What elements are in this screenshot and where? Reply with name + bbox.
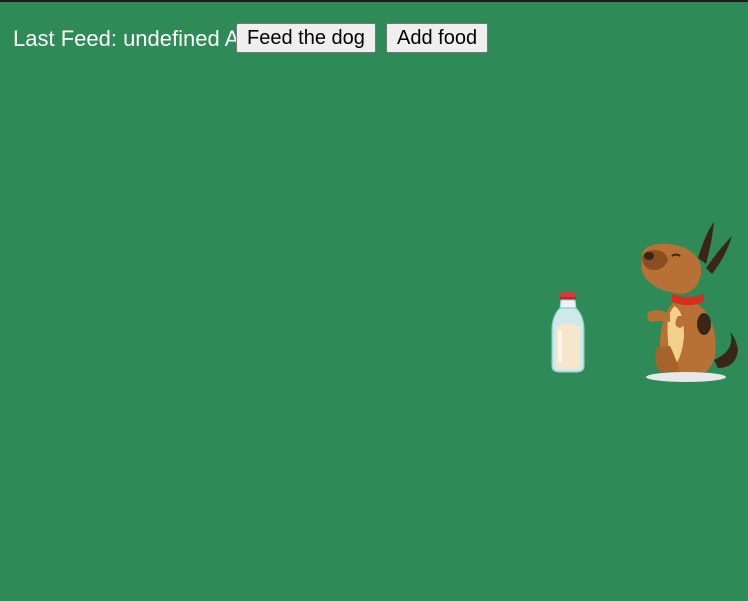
milk-bottle-icon xyxy=(548,290,588,381)
feed-the-dog-button[interactable]: Feed the dog xyxy=(236,23,376,53)
last-feed-label: Last Feed: undefined AM xyxy=(13,26,258,51)
window-top-border xyxy=(0,0,748,2)
add-food-button[interactable]: Add food xyxy=(386,23,489,53)
dog-icon xyxy=(636,220,744,390)
